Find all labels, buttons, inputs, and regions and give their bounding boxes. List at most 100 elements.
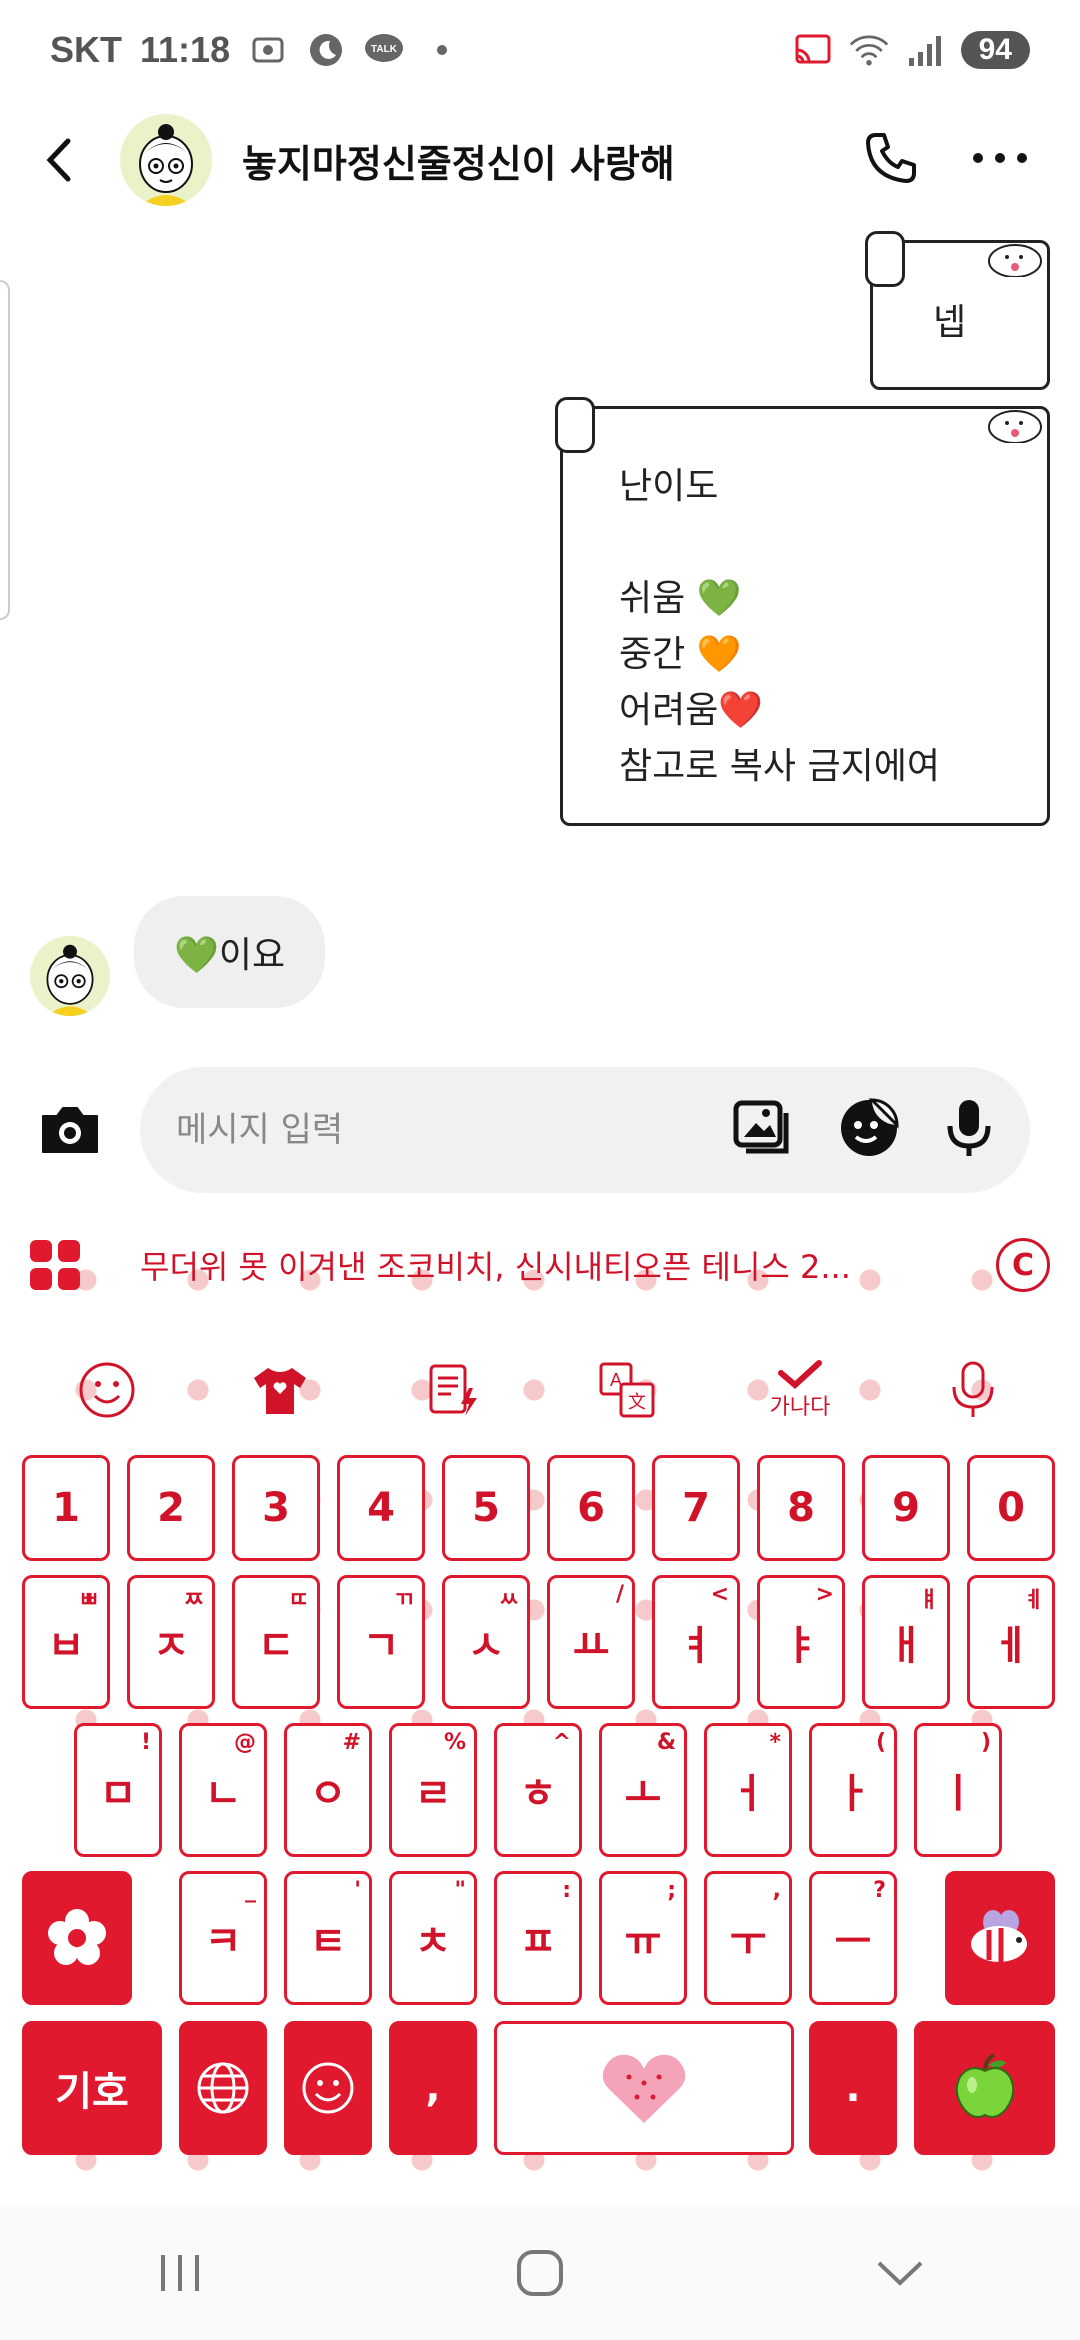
key-rieul[interactable]: % ㄹ <box>389 1723 477 1857</box>
apps-grid-icon[interactable] <box>30 1240 80 1290</box>
translate-button[interactable]: A文 <box>587 1350 667 1430</box>
message-list[interactable]: 넵 난이도 쉬움 💚 중간 🧡 어려움❤️ 참고로 복사 금지에여 💚이요 <box>0 220 1080 1050</box>
recents-button[interactable] <box>140 2233 220 2313</box>
key-ae[interactable]: ㅒㅐ <box>862 1575 950 1709</box>
shift-key[interactable] <box>22 1871 132 2005</box>
period-key[interactable]: . <box>809 2021 897 2155</box>
text-edit-icon <box>429 1364 478 1416</box>
enter-key[interactable] <box>914 2021 1055 2155</box>
avatar[interactable] <box>120 114 212 206</box>
voice-button[interactable] <box>944 1096 994 1164</box>
symbols-key[interactable]: 기호 <box>22 2021 162 2155</box>
key-a[interactable]: (ㅏ <box>809 1723 897 1857</box>
sticker-icon <box>841 1098 899 1156</box>
key-siot[interactable]: ㅆㅅ <box>442 1575 530 1709</box>
key-jieut[interactable]: ㅉㅈ <box>127 1575 215 1709</box>
key-kieuk[interactable]: _ ㅋ <box>179 1871 267 2005</box>
phone-icon <box>866 133 916 183</box>
shirt-icon <box>253 1368 306 1414</box>
key-label: ㅎ <box>519 1771 557 1817</box>
call-button[interactable] <box>862 129 920 191</box>
message-input[interactable] <box>176 1110 732 1150</box>
key-2[interactable]: 2 <box>127 1455 215 1561</box>
more-button[interactable] <box>970 148 1030 172</box>
key-4[interactable]: 4 <box>337 1455 425 1561</box>
more-icon <box>973 153 1027 163</box>
system-nav-bar <box>0 2205 1080 2340</box>
emoji-button[interactable] <box>67 1350 147 1430</box>
key-5[interactable]: 5 <box>442 1455 530 1561</box>
key-yu[interactable]: ; ㅠ <box>599 1871 687 2005</box>
keyboard-suggestion-bar: 무더위 못 이겨낸 조코비치, 신시내티오픈 테니스 2... C <box>0 1205 1080 1325</box>
copyright-button[interactable]: C <box>996 1238 1050 1292</box>
emoticon-button[interactable] <box>838 1097 900 1163</box>
key-mieum[interactable]: ! ㅁ <box>74 1723 162 1857</box>
sent-message[interactable]: 난이도 쉬움 💚 중간 🧡 어려움❤️ 참고로 복사 금지에여 <box>555 397 1050 826</box>
text-edit-button[interactable] <box>413 1350 493 1430</box>
key-label: ㅂ <box>47 1623 85 1669</box>
received-message-row: 💚이요 <box>30 896 326 1016</box>
comma-key[interactable]: , <box>389 2021 477 2155</box>
theme-button[interactable] <box>240 1350 320 1430</box>
key-label: ㄹ <box>414 1771 452 1817</box>
key-label: ㅇ <box>309 1771 347 1817</box>
key-label: ㅍ <box>519 1919 557 1965</box>
sent-message[interactable]: 넵 <box>865 231 1050 390</box>
key-label: ㅓ <box>729 1771 767 1817</box>
key-nieun[interactable]: @ ㄴ <box>179 1723 267 1857</box>
key-yeo[interactable]: < ㅕ <box>652 1575 740 1709</box>
key-digeut[interactable]: ㄸㄷ <box>232 1575 320 1709</box>
news-ticker[interactable]: 무더위 못 이겨낸 조코비치, 신시내티오픈 테니스 2... <box>140 1242 851 1288</box>
back-chevron-icon <box>877 2261 923 2286</box>
key-6[interactable]: 6 <box>547 1455 635 1561</box>
key-3[interactable]: 3 <box>232 1455 320 1561</box>
space-key[interactable] <box>494 2021 794 2155</box>
key-0[interactable]: 0 <box>967 1455 1055 1561</box>
key-alt: ! <box>140 1730 151 1755</box>
signal-icon <box>905 30 945 70</box>
key-label: ㅣ <box>939 1771 977 1817</box>
voice-input-button[interactable] <box>933 1350 1013 1430</box>
key-ya[interactable]: > ㅑ <box>757 1575 845 1709</box>
received-message[interactable]: 💚이요 <box>134 896 326 1008</box>
message-line: 참고로 복사 금지에여 <box>619 746 940 787</box>
key-9[interactable]: 9 <box>862 1455 950 1561</box>
scroll-indicator[interactable] <box>0 280 10 620</box>
home-button[interactable] <box>500 2233 580 2313</box>
message-line: 난이도 <box>619 466 719 507</box>
back-nav-button[interactable] <box>860 2233 940 2313</box>
key-alt: > <box>815 1582 834 1607</box>
backspace-key[interactable] <box>945 1871 1055 2005</box>
key-hieut[interactable]: ^ ㅎ <box>494 1723 582 1857</box>
gallery-button[interactable] <box>732 1099 794 1161</box>
key-e[interactable]: ㅖㅔ <box>967 1575 1055 1709</box>
key-chieut[interactable]: " ㅊ <box>389 1871 477 2005</box>
talk-icon: TALK <box>364 30 404 70</box>
key-eo[interactable]: * ㅓ <box>704 1723 792 1857</box>
key-label: ㅗ <box>624 1771 662 1817</box>
back-button[interactable] <box>30 130 90 190</box>
key-yo[interactable]: / ㅛ <box>547 1575 635 1709</box>
key-label: ㅅ <box>467 1623 505 1669</box>
back-icon <box>46 138 71 182</box>
key-i[interactable]: ) ㅣ <box>914 1723 1002 1857</box>
key-u[interactable]: ,ㅜ <box>704 1871 792 2005</box>
key-7[interactable]: 7 <box>652 1455 740 1561</box>
key-1[interactable]: 1 <box>22 1455 110 1561</box>
key-label: ㅠ <box>624 1919 662 1965</box>
key-pieup[interactable]: :ㅍ <box>494 1871 582 2005</box>
key-giyeok[interactable]: ㄲㄱ <box>337 1575 425 1709</box>
spellcheck-label: 가나다 <box>769 1395 831 1420</box>
emoji-key[interactable] <box>284 2021 372 2155</box>
key-tieut[interactable]: ' ㅌ <box>284 1871 372 2005</box>
sender-avatar[interactable] <box>30 936 110 1016</box>
key-8[interactable]: 8 <box>757 1455 845 1561</box>
key-o[interactable]: & ㅗ <box>599 1723 687 1857</box>
key-label: ㄷ <box>257 1623 295 1669</box>
key-eu[interactable]: ? ㅡ <box>809 1871 897 2005</box>
language-key[interactable] <box>179 2021 267 2155</box>
spellcheck-button[interactable]: 가나다 <box>760 1350 840 1430</box>
key-ieung[interactable]: # ㅇ <box>284 1723 372 1857</box>
camera-button[interactable] <box>30 1090 110 1170</box>
key-bieup[interactable]: ㅃㅂ <box>22 1575 110 1709</box>
